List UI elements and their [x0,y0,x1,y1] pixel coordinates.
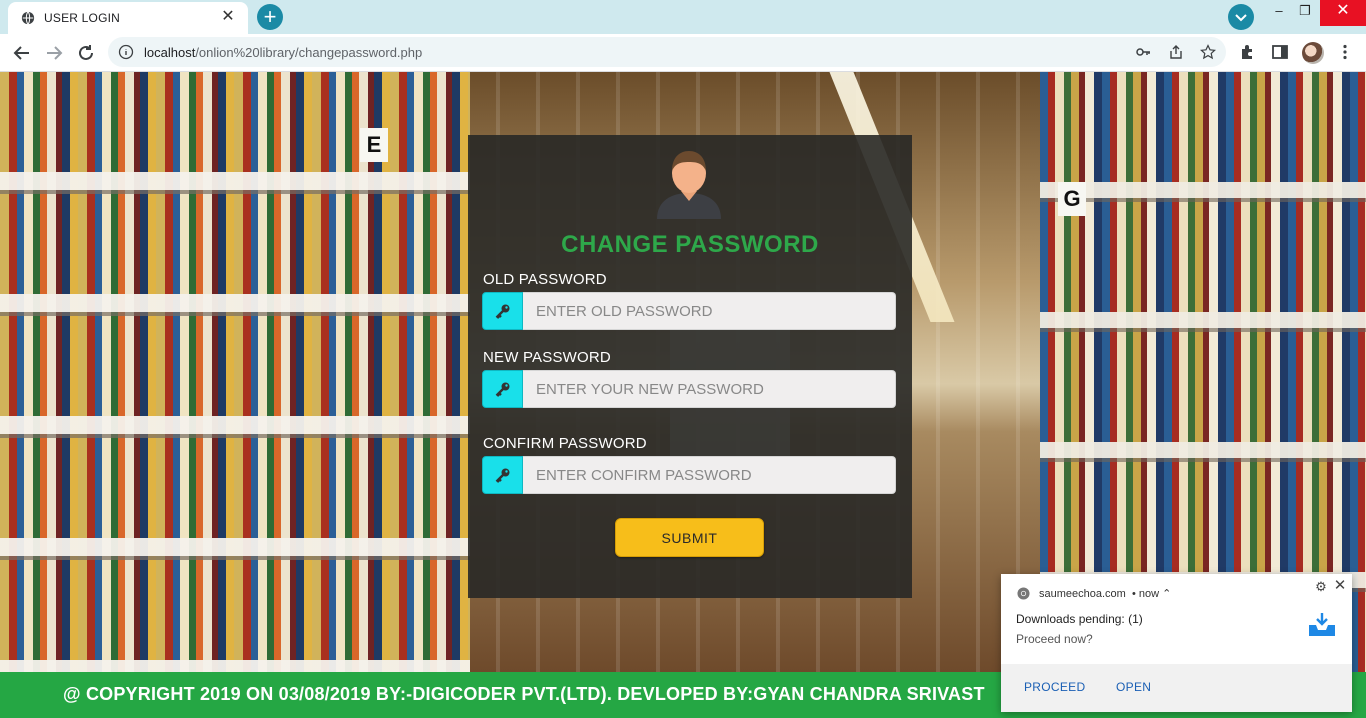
notification-time: • now ⌃ [1131,588,1172,600]
more-menu-icon[interactable] [1336,43,1354,61]
new-password-label: NEW PASSWORD [483,349,611,366]
forward-arrow-icon[interactable] [41,40,67,66]
submit-button[interactable]: SUBMIT [615,518,764,557]
old-password-label: OLD PASSWORD [483,271,607,288]
browser-tab[interactable]: USER LOGIN ✕ [8,2,248,34]
notification-subtext: Proceed now? [1016,632,1093,646]
key-icon [495,468,510,483]
notification-source: saumeechoa.com • now ⌃ [1039,587,1171,600]
download-notification: saumeechoa.com • now ⌃ ⚙ ✕ Downloads pen… [1001,574,1352,712]
extensions-puzzle-icon[interactable] [1239,43,1257,61]
tab-strip: USER LOGIN ✕ + – ❐ ✕ [0,0,1366,34]
chevron-down-icon [1235,14,1247,22]
chrome-logo-icon [1017,587,1030,600]
notification-domain: saumeechoa.com [1039,588,1126,600]
close-window-button[interactable]: ✕ [1320,0,1366,26]
tab-close-icon[interactable]: ✕ [218,7,238,27]
site-info-icon[interactable] [118,44,134,60]
tab-search-button[interactable] [1228,4,1254,30]
confirm-password-input[interactable] [523,456,896,494]
reload-icon[interactable] [73,40,99,66]
notification-actions: PROCEED OPEN [1001,664,1352,712]
old-password-input[interactable] [523,292,896,330]
confirm-password-label: CONFIRM PASSWORD [483,435,647,452]
back-arrow-icon[interactable] [9,40,35,66]
side-panel-icon[interactable] [1271,43,1289,61]
share-icon[interactable] [1168,44,1184,60]
bookshelf-left [0,72,470,672]
new-tab-button[interactable]: + [257,4,283,30]
old-password-key-addon [482,292,523,330]
key-icon [495,382,510,397]
close-icon[interactable]: ✕ [1332,578,1348,594]
change-password-panel: CHANGE PASSWORD OLD PASSWORD NEW PASSWOR… [468,135,912,598]
star-icon[interactable] [1200,44,1216,60]
copyright-text: @ COPYRIGHT 2019 ON 03/08/2019 BY:-DIGIC… [63,684,985,704]
confirm-password-key-addon [482,456,523,494]
old-password-group [482,292,896,330]
shelf-sign-e: E [360,128,388,162]
url-text: localhost/onlion%20library/changepasswor… [144,45,422,60]
url-host: localhost [144,45,196,60]
user-avatar-icon [657,151,721,219]
proceed-button[interactable]: PROCEED [1024,680,1085,694]
profile-avatar[interactable] [1302,42,1324,64]
page-title: CHANGE PASSWORD [561,231,819,258]
url-path: /onlion%20library/changepassword.php [195,45,423,60]
confirm-password-group [482,456,896,494]
new-password-key-addon [482,370,523,408]
new-password-input[interactable] [523,370,896,408]
key-icon[interactable] [1135,44,1151,60]
download-tray-icon [1309,613,1335,636]
shelf-sign-g: G [1058,182,1086,216]
globe-icon [21,11,35,25]
notification-message: Downloads pending: (1) [1016,612,1143,626]
browser-toolbar: localhost/onlion%20library/changepasswor… [0,34,1366,72]
new-password-group [482,370,896,408]
open-button[interactable]: OPEN [1116,680,1151,694]
gear-icon[interactable]: ⚙ [1314,580,1328,594]
address-bar[interactable]: localhost/onlion%20library/changepasswor… [108,37,1226,67]
tab-title: USER LOGIN [44,11,121,25]
key-icon [495,304,510,319]
